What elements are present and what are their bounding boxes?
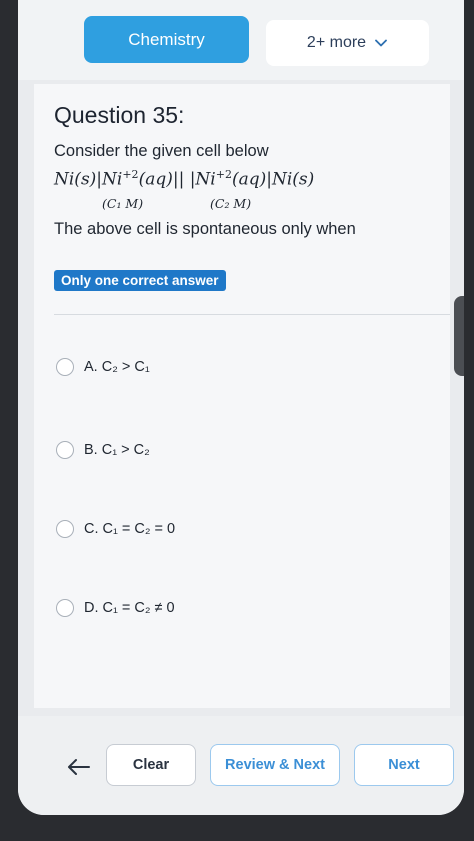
more-subjects-label: 2+ more — [306, 34, 367, 51]
next-button-label: Next — [388, 757, 420, 773]
subject-bar: Chemistry 2+ more — [18, 0, 464, 80]
cell-charge-2: +2 — [215, 168, 232, 181]
option-a[interactable]: A. C₂ > C₁ — [56, 354, 150, 380]
answer-type-badge: Only one correct answer — [54, 270, 226, 291]
tab-chemistry[interactable]: Chemistry — [84, 16, 249, 63]
divider — [54, 314, 450, 315]
radio-icon[interactable] — [56, 441, 74, 459]
cell-charge-1: +2 — [122, 168, 139, 181]
more-subjects-dropdown[interactable]: 2+ more — [266, 20, 429, 66]
next-button[interactable]: Next — [354, 744, 454, 786]
cell-left: Ni(s)|Ni — [54, 169, 123, 190]
cell-right: (aq)|Ni(s) — [231, 169, 315, 190]
cell-middle: (aq)|| |Ni — [138, 169, 216, 190]
radio-icon[interactable] — [56, 358, 74, 376]
question-prompt: The above cell is spontaneous only when — [54, 220, 356, 238]
cell-notation: Ni(s)|Ni+2(aq)|| |Ni+2(aq)|Ni(s) — [54, 168, 314, 190]
option-a-label: A. C₂ > C₁ — [84, 359, 150, 375]
option-d-label: D. C₁ = C₂ ≠ 0 — [84, 600, 175, 616]
radio-icon[interactable] — [56, 599, 74, 617]
option-d[interactable]: D. C₁ = C₂ ≠ 0 — [56, 595, 175, 621]
question-card: Question 35: Consider the given cell bel… — [34, 84, 450, 708]
chevron-down-icon — [375, 39, 387, 47]
concentration-left: (C₁ M) — [102, 196, 144, 211]
side-handle — [454, 296, 464, 376]
review-next-button-label: Review & Next — [225, 757, 325, 773]
question-intro: Consider the given cell below — [54, 142, 269, 160]
footer-bar: Clear Review & Next Next — [18, 716, 464, 815]
concentration-right: (C₂ M) — [210, 196, 252, 211]
review-next-button[interactable]: Review & Next — [210, 744, 340, 786]
clear-button[interactable]: Clear — [106, 744, 196, 786]
option-b-label: B. C₁ > C₂ — [84, 442, 150, 458]
option-c-label: C. C₁ = C₂ = 0 — [84, 521, 176, 537]
question-title: Question 35: — [54, 102, 185, 128]
option-b[interactable]: B. C₁ > C₂ — [56, 437, 150, 463]
clear-button-label: Clear — [132, 757, 170, 773]
radio-icon[interactable] — [56, 520, 74, 538]
option-c[interactable]: C. C₁ = C₂ = 0 — [56, 516, 175, 542]
tab-chemistry-label: Chemistry — [128, 29, 205, 49]
back-button[interactable] — [62, 750, 96, 784]
arrow-left-icon — [68, 759, 90, 775]
screen: Chemistry 2+ more Question 35: Consider … — [18, 0, 464, 815]
